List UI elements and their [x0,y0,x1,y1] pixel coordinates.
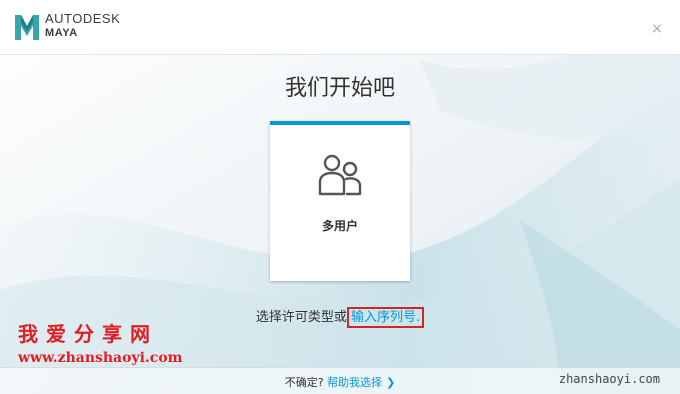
page-title: 我们开始吧 [284,76,395,101]
watermark-url-right: zhanshaoyi.com [558,372,660,386]
header-bar: AUTODESK MAYA × [0,0,680,55]
help-me-choose-link[interactable]: 帮助我选择 [327,376,382,389]
license-prompt-text: 选择许可类型或 [255,310,347,325]
watermark-url-left: www.zhanshaoyi.com [18,350,183,366]
multi-user-label: 多用户 [321,219,358,233]
watermark-site-name: 我爱分享网 [18,322,158,346]
autodesk-wordmark: AUTODESK [45,11,121,26]
maya-logo-icon [15,15,39,40]
multi-user-license-card[interactable]: 多用户 [270,121,410,281]
enter-serial-number-link[interactable]: 输入序列号. [346,307,425,328]
installer-window: AUTODESK MAYA × 我们开始吧 多用户 选择许可类型或 输入序列号. … [0,0,680,394]
close-icon[interactable]: × [650,22,664,36]
not-sure-text: 不确定? [284,376,324,389]
maya-wordmark: MAYA [45,27,78,39]
multi-user-icon [318,154,362,196]
chevron-right-icon[interactable]: ❯ [386,376,395,389]
